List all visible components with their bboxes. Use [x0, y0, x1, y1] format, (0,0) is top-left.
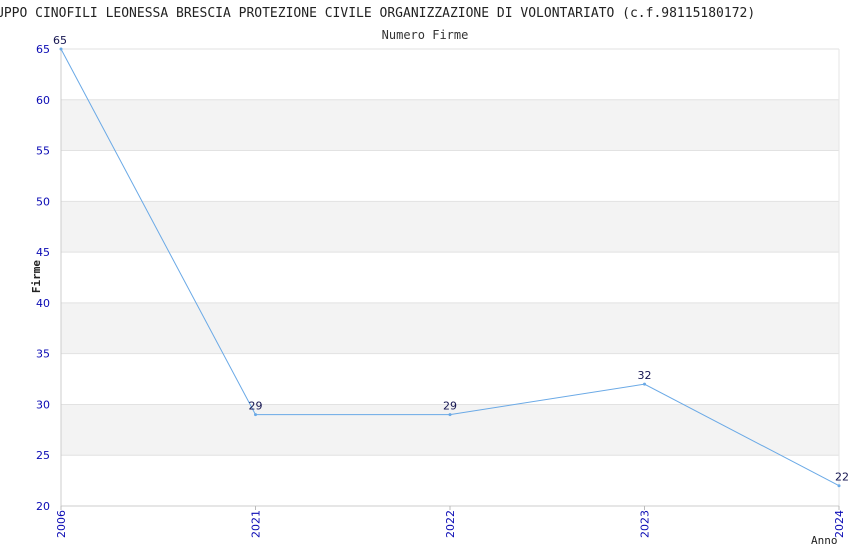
x-tick-label: 2006 — [55, 510, 68, 538]
y-tick-label: 30 — [36, 398, 50, 411]
grid-band — [61, 455, 839, 506]
grid-band — [61, 150, 839, 202]
grid-band — [61, 99, 839, 151]
y-tick-label: 65 — [36, 43, 50, 56]
data-label: 32 — [638, 369, 652, 382]
data-label: 29 — [443, 400, 457, 413]
data-label: 65 — [53, 34, 67, 47]
y-tick-label: 20 — [36, 500, 50, 513]
data-point — [837, 484, 841, 488]
data-point — [448, 413, 452, 417]
grid-band — [61, 252, 839, 303]
data-point — [59, 47, 63, 51]
y-tick-label: 45 — [36, 246, 50, 259]
grid-band — [61, 302, 839, 354]
line-chart: 20 25 30 35 40 45 50 55 60 65 2006 2021 2022 2023 2024… — [36, 34, 849, 538]
y-tick-label: 50 — [36, 195, 50, 208]
data-label: 29 — [249, 400, 263, 413]
data-point — [643, 382, 646, 386]
x-tick-label: 2021 — [250, 510, 263, 538]
grid-band — [61, 49, 839, 100]
data-point — [254, 413, 257, 417]
x-tick-label: 2022 — [444, 510, 457, 538]
y-tick-label: 35 — [36, 348, 50, 361]
data-label: 22 — [835, 471, 849, 484]
grid-band — [61, 201, 839, 253]
y-tick-label: 40 — [36, 297, 50, 310]
y-tick-label: 55 — [36, 145, 50, 158]
x-tick-label: 2023 — [639, 510, 652, 538]
y-tick-label: 60 — [36, 94, 50, 107]
grid-band — [61, 353, 839, 405]
x-tick-label: 2024 — [833, 510, 846, 538]
y-tick-label: 25 — [36, 449, 50, 462]
